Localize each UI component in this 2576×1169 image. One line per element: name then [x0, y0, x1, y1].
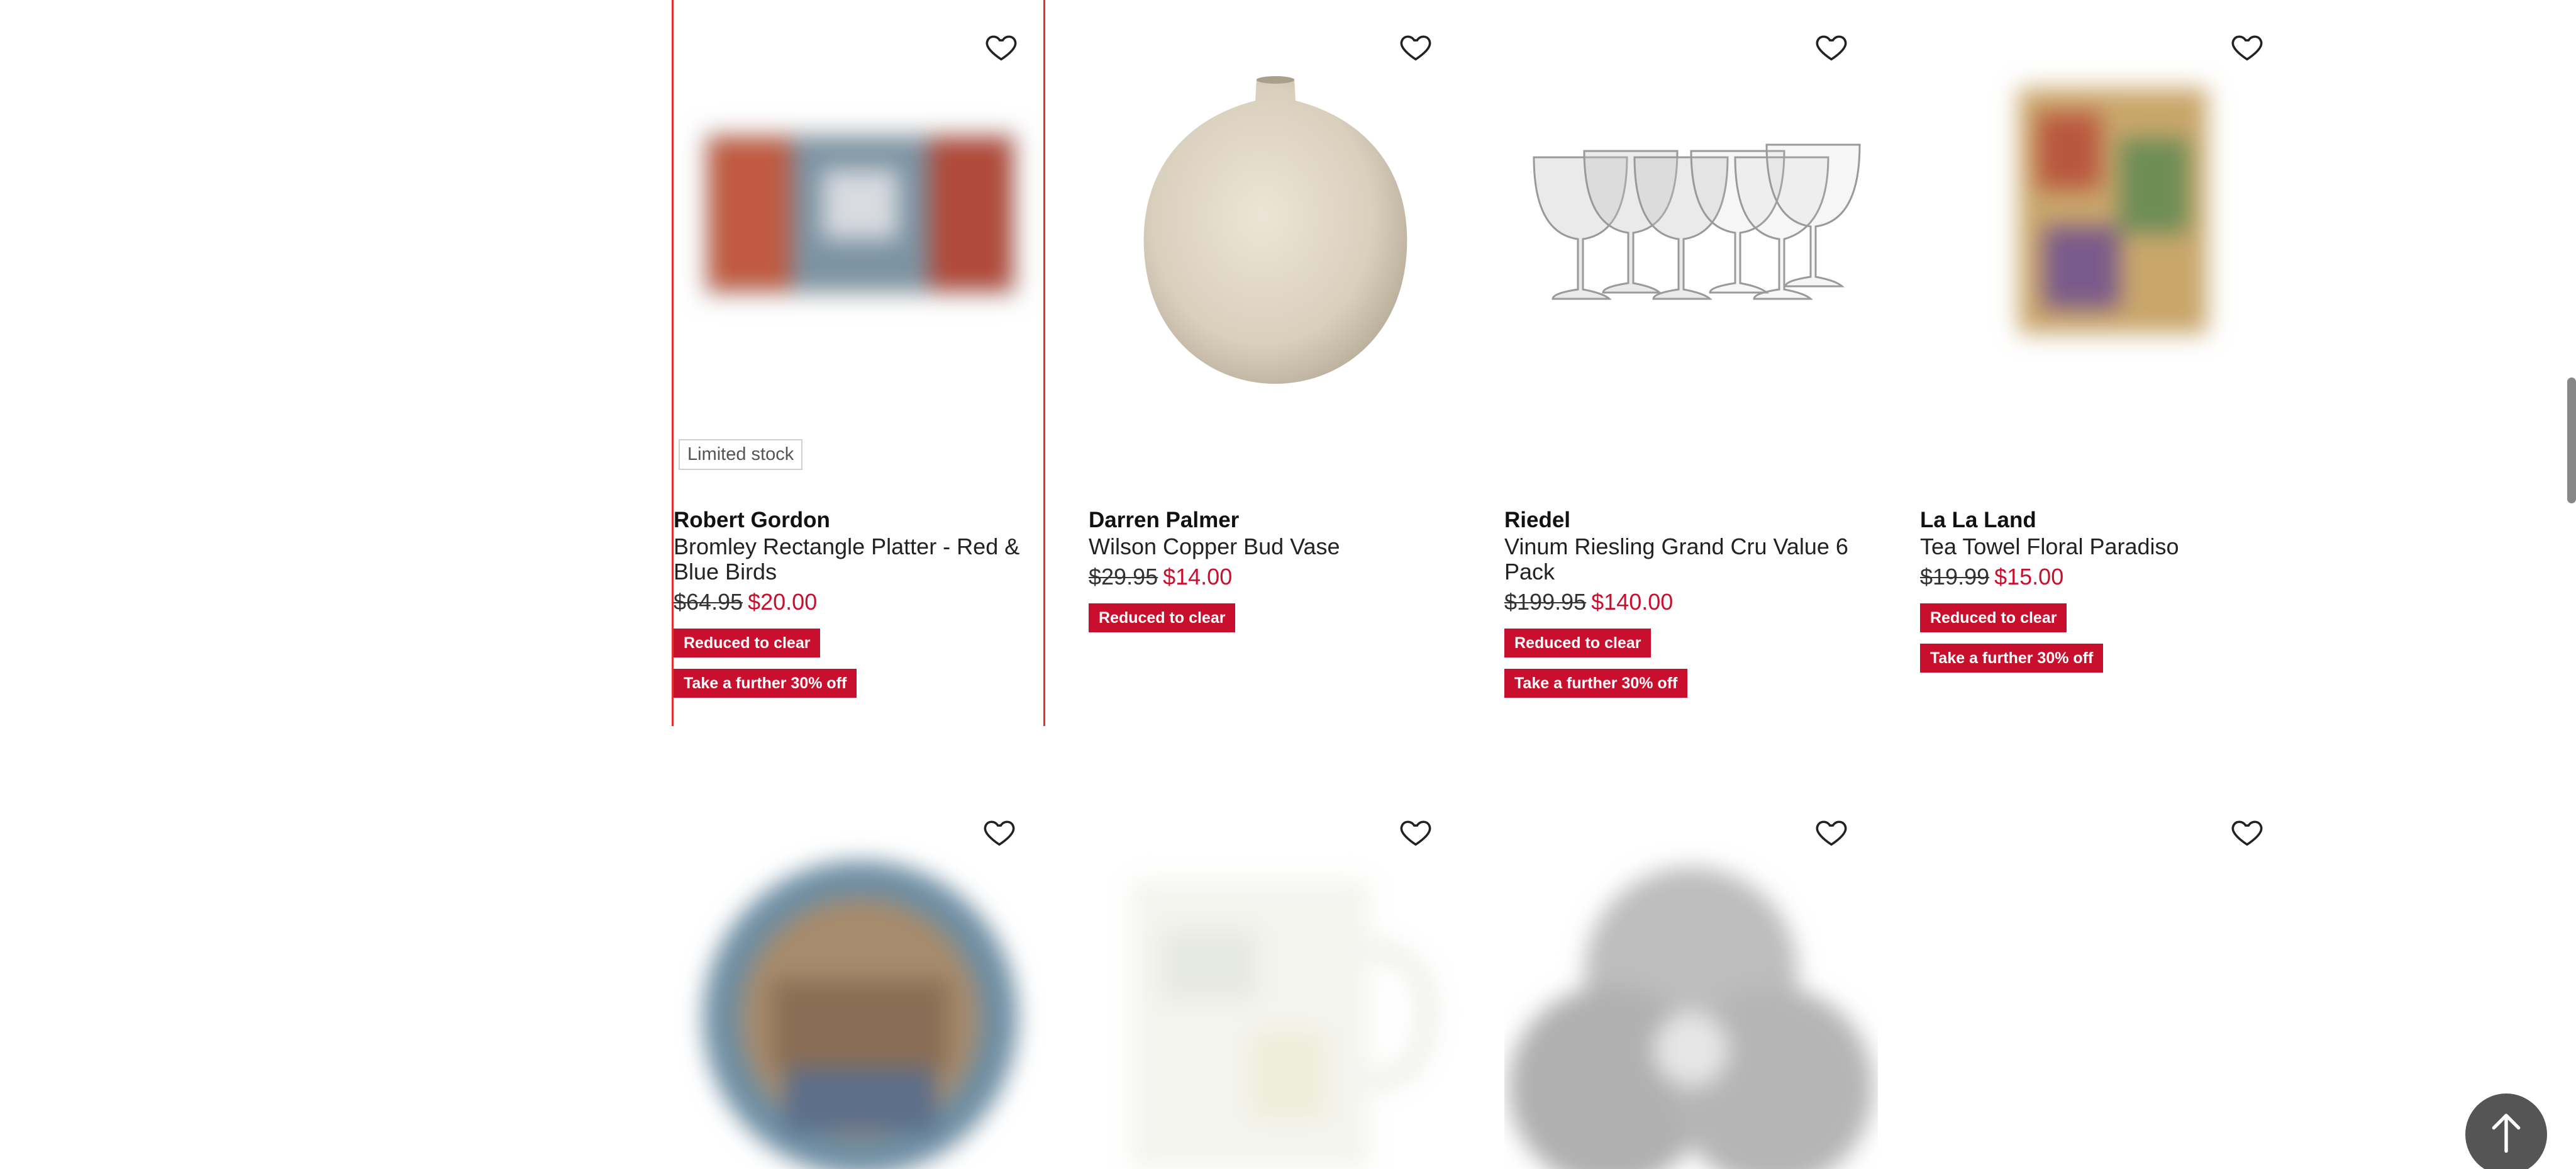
favourite-button[interactable]	[2224, 809, 2270, 854]
reduced-to-clear-tag: Reduced to clear	[1504, 629, 1652, 657]
favourite-button[interactable]	[1393, 24, 1438, 69]
further-discount-tag: Take a further 30% off	[674, 669, 857, 698]
further-discount-tag: Take a further 30% off	[1504, 669, 1688, 698]
product-price: $64.95 $20.00	[674, 586, 1047, 618]
now-price: $14.00	[1163, 564, 1233, 590]
now-price: $20.00	[748, 589, 818, 615]
heart-outline-icon	[2231, 820, 2263, 846]
product-info: Robert Gordon Bromley Rectangle Platter …	[674, 506, 1047, 709]
product-brand[interactable]: Riedel	[1504, 506, 1882, 534]
favourite-button[interactable]	[1393, 809, 1438, 854]
arrow-up-icon	[2492, 1114, 2521, 1153]
reduced-to-clear-tag: Reduced to clear	[1089, 603, 1236, 632]
product-name[interactable]: Tea Towel Floral Paradiso	[1920, 534, 2297, 559]
product-name[interactable]: Wilson Copper Bud Vase	[1089, 534, 1466, 559]
back-to-top-button[interactable]	[2465, 1093, 2547, 1169]
reduced-to-clear-tag: Reduced to clear	[1920, 603, 2067, 632]
heart-outline-icon	[1816, 35, 1847, 61]
product-card[interactable]	[1920, 785, 2294, 1169]
promo-tags: Reduced to clear	[1089, 603, 1466, 644]
promo-tags: Reduced to clear Take a further 30% off	[674, 629, 1047, 709]
was-price: $199.95	[1504, 589, 1587, 615]
heart-outline-icon	[2231, 35, 2263, 61]
heart-outline-icon	[985, 35, 1017, 61]
product-info: Riedel Vinum Riesling Grand Cru Value 6 …	[1504, 506, 1882, 709]
limited-stock-badge: Limited stock	[679, 439, 803, 470]
further-discount-tag: Take a further 30% off	[1920, 644, 2104, 673]
was-price: $19.99	[1920, 564, 1990, 590]
product-card[interactable]	[1089, 785, 1462, 1169]
favourite-button[interactable]	[977, 809, 1022, 854]
heart-outline-icon	[1400, 820, 1431, 846]
product-name[interactable]: Bromley Rectangle Platter - Red & Blue B…	[674, 534, 1047, 584]
favourite-button[interactable]	[1809, 809, 1854, 854]
product-brand[interactable]: Darren Palmer	[1089, 506, 1466, 534]
product-grid: Limited stock Robert Gordon Bromley Rect…	[0, 0, 2576, 1169]
now-price: $15.00	[1994, 564, 2064, 590]
was-price: $64.95	[674, 589, 743, 615]
was-price: $29.95	[1089, 564, 1158, 590]
product-price: $19.99 $15.00	[1920, 561, 2297, 593]
promo-tags: Reduced to clear Take a further 30% off	[1504, 629, 1882, 709]
page-scrollbar[interactable]	[2567, 378, 2576, 503]
product-name[interactable]: Vinum Riesling Grand Cru Value 6 Pack	[1504, 534, 1882, 584]
now-price: $140.00	[1591, 589, 1674, 615]
favourite-button[interactable]	[1809, 24, 1854, 69]
product-price: $199.95 $140.00	[1504, 586, 1882, 618]
product-card[interactable]: Limited stock Robert Gordon Bromley Rect…	[672, 0, 1045, 726]
favourite-button[interactable]	[979, 24, 1024, 69]
reduced-to-clear-tag: Reduced to clear	[674, 629, 821, 657]
promo-tags: Reduced to clear Take a further 30% off	[1920, 603, 2297, 684]
favourite-button[interactable]	[2224, 24, 2270, 69]
product-price: $29.95 $14.00	[1089, 561, 1466, 593]
heart-outline-icon	[1816, 820, 1847, 846]
heart-outline-icon	[1400, 35, 1431, 61]
product-brand[interactable]: La La Land	[1920, 506, 2297, 534]
product-info: La La Land Tea Towel Floral Paradiso $19…	[1920, 506, 2297, 684]
product-info: Darren Palmer Wilson Copper Bud Vase $29…	[1089, 506, 1466, 644]
product-card[interactable]	[1504, 785, 1878, 1169]
heart-outline-icon	[984, 820, 1015, 846]
product-brand[interactable]: Robert Gordon	[674, 506, 1047, 534]
product-card[interactable]	[674, 785, 1047, 1169]
